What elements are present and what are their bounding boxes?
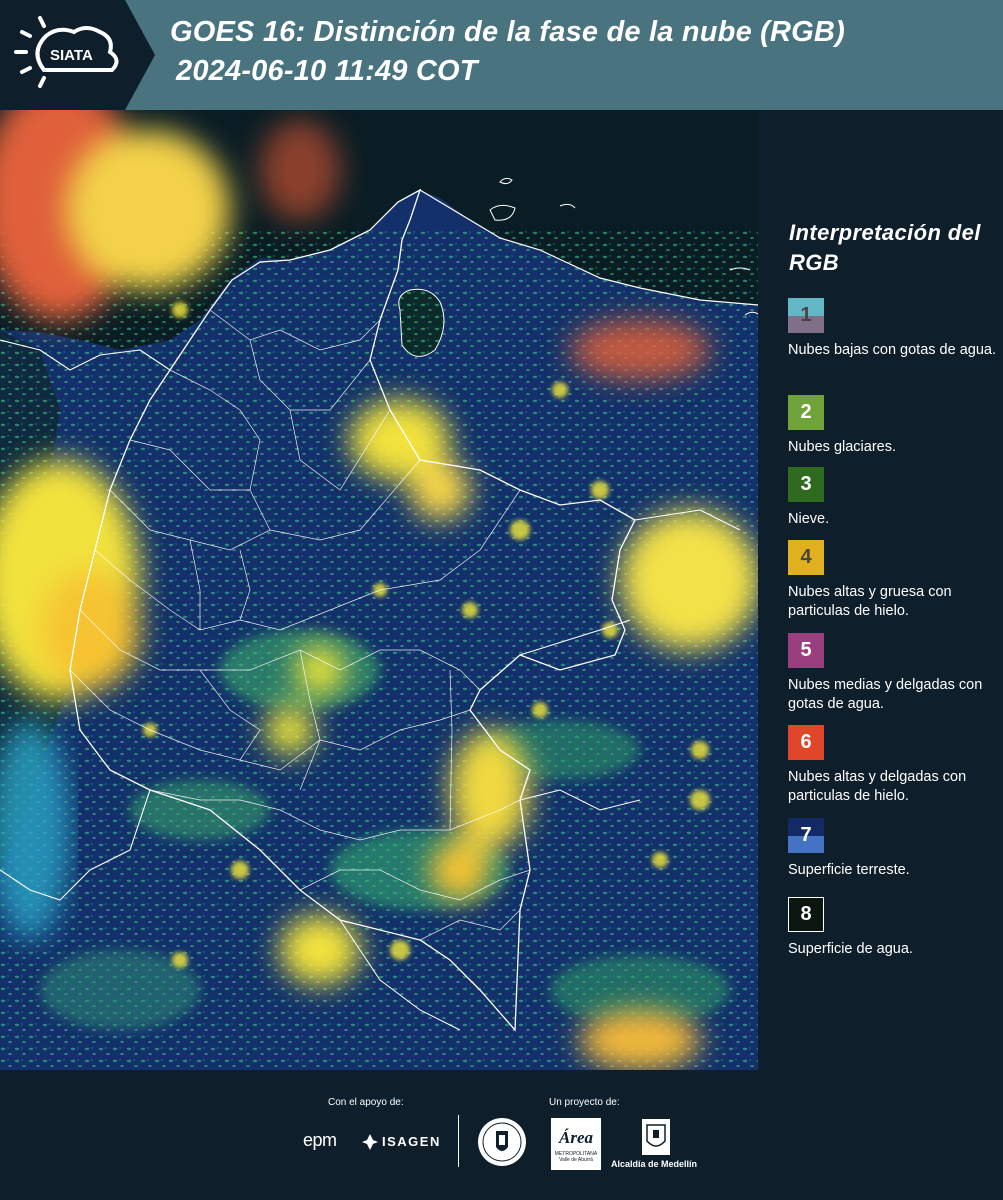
alcaldia-label: Alcaldía de Medellín bbox=[611, 1159, 698, 1169]
epm-logo: epm bbox=[303, 1130, 337, 1150]
isagen-icon bbox=[362, 1134, 378, 1150]
timestamp: 2024-06-10 11:49 COT bbox=[176, 55, 478, 87]
support-label: Con el apoyo de: bbox=[328, 1097, 404, 1108]
legend-swatch: 5 bbox=[788, 633, 824, 668]
legend-item-number: 1 bbox=[800, 304, 812, 326]
area-subtitle: METROPOLITANA Valle de Aburrá bbox=[554, 1151, 598, 1163]
footer-divider bbox=[458, 1115, 459, 1167]
satellite-map bbox=[0, 110, 758, 1070]
legend-item-5: 5 Nubes medias y delgadas con gotas de ag… bbox=[788, 633, 998, 714]
header-bar: SIATA GOES 16: Distinción de la fase de … bbox=[0, 0, 1003, 110]
seal-icon bbox=[478, 1118, 526, 1166]
alcaldia-shield-icon bbox=[642, 1119, 670, 1155]
project-label: Un proyecto de: bbox=[549, 1097, 620, 1108]
legend-item-8: 8 Superficie de agua. bbox=[788, 897, 998, 959]
logo-text: SIATA bbox=[50, 47, 93, 64]
legend-swatch: 2 bbox=[788, 395, 824, 430]
legend-item-2: 2 Nubes glaciares. bbox=[788, 395, 998, 457]
area-metropolitana-logo: Área METROPOLITANA Valle de Aburrá bbox=[551, 1118, 601, 1170]
legend-title: Interpretación del RGB bbox=[789, 220, 981, 275]
legend-item-3: 3 Nieve. bbox=[788, 467, 998, 529]
legend-item-7: 7 Superficie terreste. bbox=[788, 818, 998, 880]
legend-swatch: 7 bbox=[788, 818, 824, 853]
footer: Con el apoyo de: Un proyecto de: epm ISA… bbox=[0, 1070, 1003, 1200]
legend-item-1: 1 Nubes bajas con gotas de agua. bbox=[788, 298, 998, 360]
legend-item-label: Nieve. bbox=[788, 511, 830, 527]
legend-swatch: 6 bbox=[788, 725, 824, 760]
legend-item-label: Nubes altas y gruesa con particulas de h… bbox=[788, 584, 952, 619]
legend-swatch: 4 bbox=[788, 540, 824, 575]
legend-item-label: Nubes bajas con gotas de agua. bbox=[788, 342, 996, 358]
legend-item-label: Superficie de agua. bbox=[788, 941, 913, 957]
legend-item-4: 4 Nubes altas y gruesa con particulas de … bbox=[788, 540, 998, 621]
satellite-image bbox=[0, 110, 758, 1070]
legend-item-label: Superficie terreste. bbox=[788, 862, 910, 878]
legend-item-label: Nubes glaciares. bbox=[788, 439, 896, 455]
legend-swatch: 1 bbox=[788, 298, 824, 333]
legend-item-number: 7 bbox=[800, 824, 812, 846]
legend-swatch: 8 bbox=[788, 897, 824, 932]
legend-item-6: 6 Nubes altas y delgadas con particulas d… bbox=[788, 725, 998, 806]
siata-logo: SIATA bbox=[0, 0, 155, 110]
legend-swatch: 3 bbox=[788, 467, 824, 502]
isagen-logo: ISAGEN bbox=[382, 1134, 441, 1149]
legend-item-label: Nubes altas y delgadas con particulas de… bbox=[788, 769, 967, 804]
page-title: GOES 16: Distinción de la fase de la nub… bbox=[170, 16, 845, 48]
legend-panel: Interpretación del RGB 1 Nubes bajas con … bbox=[758, 110, 1003, 1070]
legend-item-label: Nubes medias y delgadas con gotas de agu… bbox=[788, 677, 983, 712]
area-title: Área bbox=[559, 1128, 593, 1147]
